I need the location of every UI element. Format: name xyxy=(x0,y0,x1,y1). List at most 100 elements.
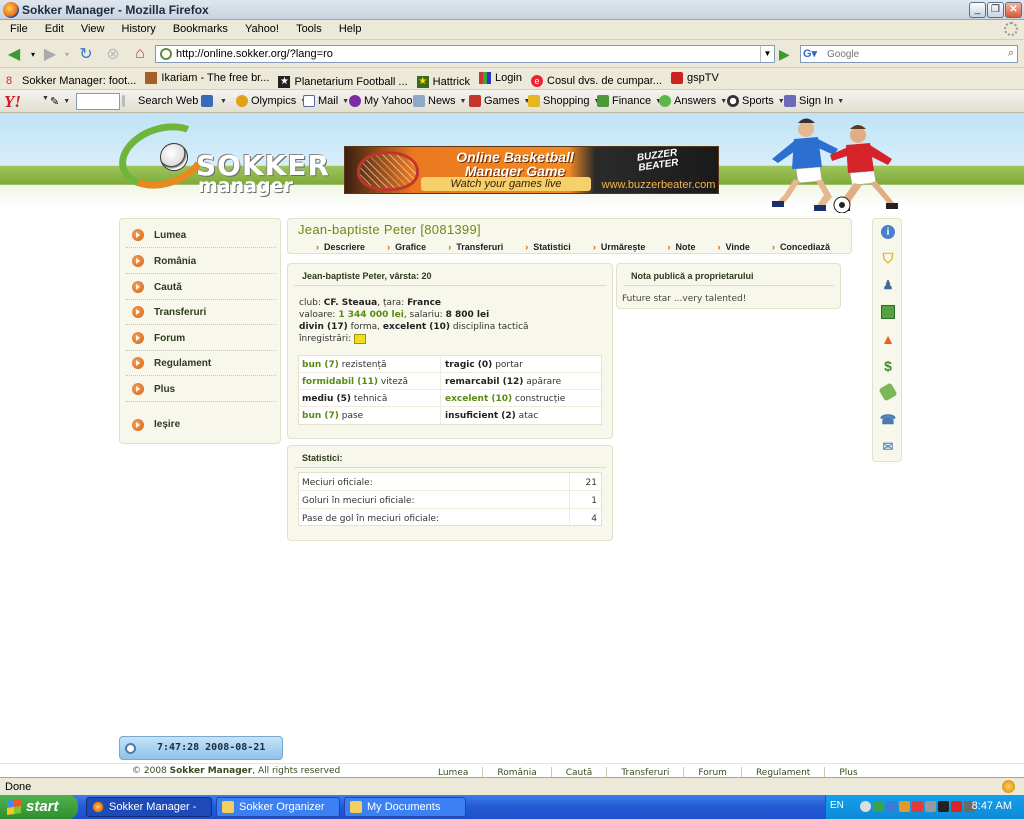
language-indicator[interactable]: EN xyxy=(830,800,844,811)
address-dropdown-icon[interactable]: ▼ xyxy=(760,46,774,62)
player-info-heading: Jean-baptiste Peter, vârsta: 20 xyxy=(294,268,606,286)
menu-bookmarks[interactable]: Bookmarks xyxy=(169,20,232,38)
forward-history-dropdown-icon[interactable]: ▾ xyxy=(62,44,72,64)
tab-vinde[interactable]: Vinde xyxy=(718,242,750,252)
yahoo-shopping[interactable]: Shopping▼ xyxy=(528,95,600,107)
yahoo-dropdown-icon[interactable]: ▼ xyxy=(38,95,49,102)
tab-note[interactable]: Note xyxy=(667,242,695,252)
yahoo-finance[interactable]: Finance▼ xyxy=(597,95,662,107)
yahoo-my-yahoo[interactable]: My Yahoo! xyxy=(349,95,416,107)
taskbar-item-firefox[interactable]: Sokker Manager - Mo... xyxy=(86,797,212,817)
footer-link-lumea[interactable]: Lumea xyxy=(438,768,468,777)
menu-history[interactable]: History xyxy=(118,20,160,38)
tab-transferuri[interactable]: Transferuri xyxy=(448,242,503,252)
footer-link-plus[interactable]: Plus xyxy=(839,768,857,777)
dollar-icon[interactable]: $ xyxy=(881,358,895,374)
start-button[interactable]: start xyxy=(0,795,78,819)
site-logo-subtitle[interactable]: manager xyxy=(198,175,293,197)
bookmark-item[interactable]: 8 Sokker Manager: foot... xyxy=(6,71,136,87)
menu-tools[interactable]: Tools xyxy=(292,20,326,38)
printer-icon[interactable] xyxy=(925,801,936,812)
shield-badge-icon[interactable]: ⛉ xyxy=(881,250,895,266)
tab-descriere[interactable]: Descriere xyxy=(316,242,365,252)
back-icon[interactable]: ◀ xyxy=(4,44,24,64)
update-icon[interactable] xyxy=(886,801,897,812)
antivirus-icon[interactable] xyxy=(912,801,923,812)
discipline-label: disciplina tactică xyxy=(452,322,529,332)
taskbar-item-sokker-organizer[interactable]: Sokker Organizer xyxy=(216,797,340,817)
yahoo-logo-icon[interactable]: Y! xyxy=(4,92,21,112)
back-history-dropdown-icon[interactable]: ▾ xyxy=(28,44,38,64)
menu-transferuri[interactable]: Transferuri xyxy=(126,300,276,325)
reload-icon[interactable]: ↻ xyxy=(76,44,96,64)
stop-icon[interactable]: ⊗ xyxy=(103,44,123,64)
menu-romania[interactable]: România xyxy=(126,249,276,274)
menu-file[interactable]: File xyxy=(6,20,32,38)
address-bar[interactable]: http://online.sokker.org/?lang=ro ▼ xyxy=(155,45,775,63)
tab-urmareste[interactable]: Urmărește xyxy=(593,242,646,252)
tab-statistici[interactable]: Statistici xyxy=(525,242,571,252)
home-icon[interactable]: ⌂ xyxy=(130,44,150,64)
yahoo-sports[interactable]: Sports ▼ xyxy=(727,95,785,107)
bookmark-item[interactable]: ★ Planetarium Football ... xyxy=(278,72,408,88)
menu-cauta[interactable]: Caută xyxy=(126,275,276,300)
club-name[interactable]: CF. Steaua xyxy=(324,298,377,308)
tab-grafice[interactable]: Grafice xyxy=(387,242,426,252)
phone-icon[interactable]: ☎ xyxy=(880,412,896,427)
menu-view[interactable]: View xyxy=(77,20,109,38)
bookmark-item[interactable]: gspTV xyxy=(671,68,719,84)
yahoo-news[interactable]: News ▼ xyxy=(413,95,466,107)
network-icon[interactable] xyxy=(873,801,884,812)
search-icon[interactable]: ⌕ xyxy=(1008,47,1014,60)
pitch-icon[interactable] xyxy=(881,305,895,319)
footer-link-regulament[interactable]: Regulament xyxy=(756,768,810,777)
close-button[interactable]: ✕ xyxy=(1005,2,1022,18)
menu-lumea[interactable]: Lumea xyxy=(126,223,276,248)
bookmark-item[interactable]: Ikariam - The free br... xyxy=(145,68,269,84)
menu-plus[interactable]: Plus xyxy=(126,377,276,402)
info-icon[interactable]: i xyxy=(881,225,895,239)
footer-link-cauta[interactable]: Caută xyxy=(566,768,593,777)
yahoo-games[interactable]: Games ▼ xyxy=(469,95,530,107)
menu-edit[interactable]: Edit xyxy=(41,20,68,38)
yahoo-mail[interactable]: Mail ▼ xyxy=(303,95,349,107)
yahoo-sign-in[interactable]: Sign In ▼ xyxy=(784,95,844,107)
country-name[interactable]: France xyxy=(407,298,441,308)
maximize-button[interactable]: ❐ xyxy=(987,2,1004,18)
menu-help[interactable]: Help xyxy=(335,20,366,38)
yahoo-olympics[interactable]: Olympics▼ xyxy=(236,95,307,107)
menu-forum[interactable]: Forum xyxy=(126,326,276,351)
menu-iesire[interactable]: Ieșire xyxy=(126,412,276,437)
ad-banner[interactable]: Online Basketball Manager Game Watch your… xyxy=(344,146,719,194)
menu-regulament[interactable]: Regulament xyxy=(126,351,276,376)
ticket-icon[interactable] xyxy=(878,382,898,402)
volume-icon[interactable] xyxy=(860,801,871,812)
app-icon[interactable] xyxy=(938,801,949,812)
yahoo-answers[interactable]: Answers ▼ xyxy=(659,95,727,107)
bookmark-item[interactable]: ★ Hattrick xyxy=(416,72,470,88)
search-box[interactable]: G▾ ⌕ xyxy=(800,45,1018,63)
go-icon[interactable]: ▶ xyxy=(779,46,793,62)
footer-link-romania[interactable]: România xyxy=(497,768,536,777)
menu-yahoo[interactable]: Yahoo! xyxy=(241,20,283,38)
forward-icon[interactable]: ▶ xyxy=(40,44,60,64)
bookmark-item[interactable]: Login xyxy=(479,68,522,84)
training-cone-icon[interactable]: ▲ xyxy=(881,331,895,347)
footer-link-transferuri[interactable]: Transferuri xyxy=(621,768,669,777)
taskbar-item-my-documents[interactable]: My Documents xyxy=(344,797,466,817)
player-icon[interactable]: ♟ xyxy=(881,278,895,292)
security-icon[interactable] xyxy=(899,801,910,812)
minimize-button[interactable]: _ xyxy=(969,2,986,18)
yahoo-search-web[interactable]: Search Web xyxy=(122,95,198,107)
tab-concediaza[interactable]: Concediază xyxy=(772,242,830,252)
shield-icon[interactable]: ▼ xyxy=(201,95,227,107)
search-input[interactable] xyxy=(827,47,997,61)
footer-link-forum[interactable]: Forum xyxy=(698,768,727,777)
addon-status-icon[interactable] xyxy=(1002,780,1015,793)
envelope-icon[interactable]: ✉ xyxy=(881,439,895,454)
yahoo-search-input[interactable] xyxy=(76,93,120,110)
bookmark-item[interactable]: e Cosul dvs. de cumpar... xyxy=(531,71,662,87)
search-engine-icon[interactable]: G▾ xyxy=(803,47,825,61)
pencil-icon[interactable]: ✎ ▼ xyxy=(50,95,70,108)
alert-icon[interactable] xyxy=(951,801,962,812)
